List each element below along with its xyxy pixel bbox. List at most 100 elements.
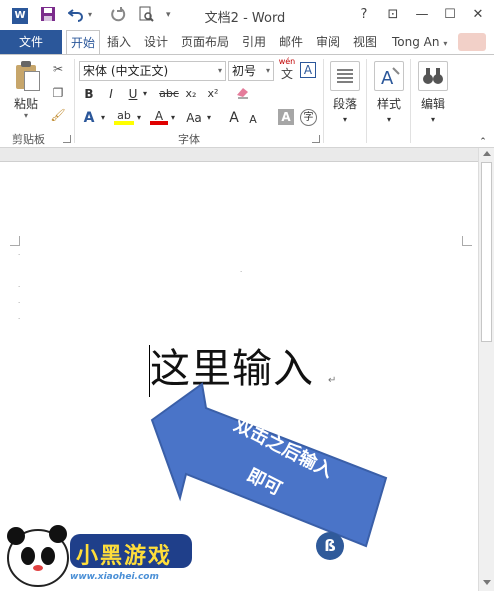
- paragraph-mark: .: [18, 313, 21, 321]
- ribbon-display-options-button[interactable]: ⊡: [383, 6, 403, 24]
- font-name-select[interactable]: 宋体 (中文正文) ▾: [79, 61, 226, 81]
- subscript-button[interactable]: x₂: [182, 85, 200, 103]
- close-button[interactable]: ✕: [468, 6, 488, 24]
- clipboard-group-label: 剪贴板: [12, 133, 45, 146]
- paragraph-mark: .: [18, 281, 21, 289]
- font-size-select[interactable]: 初号 ▾: [228, 61, 274, 81]
- tab-home[interactable]: 开始: [66, 30, 100, 55]
- format-painter-icon[interactable]: 🖌: [50, 107, 66, 123]
- minimize-button[interactable]: —: [412, 6, 432, 24]
- paragraph-mark: .: [240, 266, 243, 274]
- highlight-dropdown-icon[interactable]: ▾: [134, 109, 144, 127]
- font-color-button[interactable]: A: [150, 107, 168, 125]
- chevron-down-icon: ▾: [265, 66, 270, 75]
- editing-dropdown-icon[interactable]: ▾: [428, 111, 438, 129]
- styles-button[interactable]: A: [374, 61, 404, 91]
- character-border-button[interactable]: A: [300, 62, 316, 78]
- binoculars-icon: [423, 68, 443, 84]
- undo-icon[interactable]: [67, 6, 84, 24]
- font-group-label: 字体: [178, 133, 200, 146]
- group-separator: [410, 59, 411, 143]
- underline-button[interactable]: U: [126, 85, 140, 103]
- font-color-dropdown-icon[interactable]: ▾: [168, 109, 178, 127]
- margin-mark-top-left: [10, 236, 20, 246]
- print-preview-icon[interactable]: [138, 6, 154, 24]
- paste-button[interactable]: [14, 61, 42, 91]
- clipboard-clip-icon: [21, 61, 31, 67]
- font-name-value: 宋体 (中文正文): [83, 64, 169, 78]
- ribbon: 粘贴 ▾ ✂ ❐ 🖌 剪贴板 宋体 (中文正文) ▾ 初号 ▾ wén 文 A …: [0, 54, 494, 148]
- italic-button[interactable]: I: [104, 85, 118, 103]
- tab-review[interactable]: 审阅: [312, 30, 344, 54]
- change-case-button[interactable]: Aa: [184, 109, 204, 127]
- undo-dropdown-icon[interactable]: ▾: [88, 6, 92, 24]
- styles-icon: A: [381, 67, 400, 89]
- enclose-characters-button[interactable]: 字: [300, 109, 317, 126]
- paste-sheet-icon: [24, 71, 40, 91]
- tab-view[interactable]: 视图: [349, 30, 381, 54]
- watermark-url: www.xiaohei.com: [70, 572, 159, 582]
- svg-text:A: A: [381, 68, 394, 89]
- chevron-down-icon: ▾: [217, 66, 222, 75]
- text-effects-button[interactable]: A: [80, 109, 98, 127]
- scroll-thumb[interactable]: [481, 162, 492, 342]
- change-case-dropdown-icon[interactable]: ▾: [204, 109, 214, 127]
- tab-design[interactable]: 设计: [140, 30, 172, 54]
- cut-icon[interactable]: ✂: [50, 61, 66, 77]
- user-name: Tong An: [392, 35, 440, 49]
- title-bar: W ▾ ▾ 文档2 - Word ? ⊡ — ☐ ✕: [0, 0, 494, 30]
- page-top-gap: [0, 148, 478, 162]
- text-effects-dropdown-icon[interactable]: ▾: [98, 109, 108, 127]
- maximize-button[interactable]: ☐: [440, 6, 460, 24]
- clear-formatting-icon[interactable]: [234, 85, 252, 103]
- font-size-value: 初号: [232, 64, 257, 78]
- tab-mailings[interactable]: 邮件: [275, 30, 307, 54]
- word-app-icon[interactable]: W: [12, 8, 28, 24]
- paragraph-button[interactable]: [330, 61, 360, 91]
- paste-dropdown-icon[interactable]: ▾: [24, 111, 28, 120]
- paragraph-dropdown-icon[interactable]: ▾: [340, 111, 350, 129]
- underline-dropdown-icon[interactable]: ▾: [140, 85, 150, 103]
- ribbon-tabs: 文件 开始 插入 设计 页面布局 引用 邮件 审阅 视图 Tong An ▾: [0, 30, 494, 55]
- phonetic-guide-button[interactable]: wén 文: [278, 57, 296, 81]
- paragraph-lines-icon: [337, 69, 353, 83]
- grow-font-button[interactable]: A: [226, 109, 242, 127]
- styles-dropdown-icon[interactable]: ▾: [384, 111, 394, 129]
- user-account[interactable]: Tong An ▾: [392, 30, 447, 54]
- editing-button[interactable]: [418, 61, 448, 91]
- user-dropdown-icon: ▾: [443, 39, 448, 48]
- scroll-down-icon[interactable]: [483, 580, 491, 585]
- window-title: 文档2 - Word: [204, 11, 286, 26]
- clipboard-launcher-icon[interactable]: [63, 135, 71, 143]
- tab-insert[interactable]: 插入: [103, 30, 135, 54]
- user-avatar[interactable]: [458, 33, 486, 51]
- paragraph-mark: .: [18, 249, 21, 257]
- strikethrough-button[interactable]: abc: [158, 85, 180, 103]
- scroll-up-icon[interactable]: [483, 151, 491, 156]
- paragraph-label: 段落: [333, 97, 358, 111]
- watermark-brand: 小黑游戏: [76, 544, 173, 569]
- character-shading-button[interactable]: A: [278, 109, 294, 125]
- paragraph-mark: .: [18, 297, 21, 305]
- group-separator: [323, 59, 324, 143]
- bold-button[interactable]: B: [82, 85, 96, 103]
- feather-logo-icon: ß: [316, 532, 344, 560]
- copy-icon[interactable]: ❐: [50, 85, 66, 101]
- redo-icon[interactable]: [110, 6, 126, 24]
- superscript-button[interactable]: x²: [204, 85, 222, 103]
- font-launcher-icon[interactable]: [312, 135, 320, 143]
- help-button[interactable]: ?: [354, 6, 374, 24]
- editing-label: 编辑: [421, 97, 446, 111]
- phonetic-char: 文: [280, 67, 293, 81]
- group-separator: [366, 59, 367, 143]
- tab-file[interactable]: 文件: [0, 30, 62, 54]
- tab-page-layout[interactable]: 页面布局: [177, 30, 233, 54]
- phonetic-label: wén: [278, 57, 296, 66]
- highlight-button[interactable]: ab: [114, 107, 134, 125]
- save-icon[interactable]: [40, 6, 56, 24]
- vertical-scrollbar[interactable]: [478, 148, 494, 591]
- tab-references[interactable]: 引用: [238, 30, 270, 54]
- margin-mark-top-right: [462, 236, 472, 246]
- shrink-font-button[interactable]: A: [246, 111, 260, 129]
- group-separator: [74, 59, 75, 143]
